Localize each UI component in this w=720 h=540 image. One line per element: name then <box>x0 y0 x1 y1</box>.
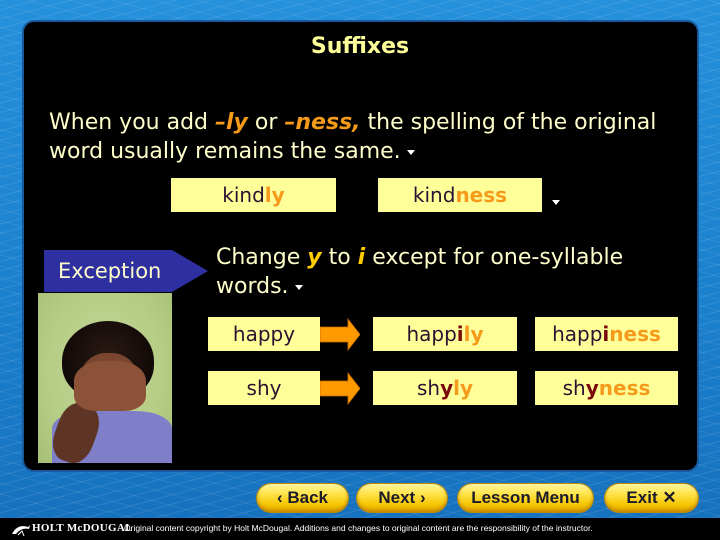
word-suffix: ly <box>463 322 484 346</box>
lesson-menu-button[interactable]: Lesson Menu <box>458 484 593 512</box>
word-suffix: ness <box>598 376 651 400</box>
word-stem: sh <box>562 376 586 400</box>
changed-letter: y <box>585 376 599 400</box>
intro-text: When you add –ly or –ness, the spelling … <box>49 108 669 166</box>
example-box-kindness: kindness <box>378 178 542 212</box>
copyright-text: Original content copyright by Holt McDou… <box>124 523 593 533</box>
base-word-happy: happy <box>208 317 320 351</box>
brand-name: HOLT McDOUGAL <box>32 522 133 534</box>
word-base: kind <box>412 183 456 207</box>
exit-button[interactable]: Exit ✕ <box>605 484 698 512</box>
footer-bar: HOLT McDOUGAL Original content copyright… <box>0 518 720 540</box>
base-word-shy: shy <box>208 371 320 405</box>
word-suffix: ly <box>264 183 285 207</box>
photo-hands <box>74 361 146 411</box>
advance-icon[interactable] <box>552 200 560 205</box>
rule-text-part: to <box>321 245 358 270</box>
derived-word-happiness: happiness <box>535 317 678 351</box>
child-photo <box>38 293 172 463</box>
changed-letter: i <box>456 322 464 346</box>
letter-y: y <box>307 245 322 270</box>
arrow-right-icon <box>320 317 360 352</box>
intro-text-part: When you add <box>49 110 215 135</box>
example-box-kindly: kindly <box>171 178 336 212</box>
word-suffix: ly <box>453 376 474 400</box>
word-stem: happ <box>406 322 457 346</box>
advance-icon[interactable] <box>406 149 415 155</box>
word-stem: sh <box>416 376 441 400</box>
derived-word-happily: happily <box>373 317 517 351</box>
advance-icon[interactable] <box>294 284 303 290</box>
derived-word-shyness: shyness <box>535 371 678 405</box>
changed-letter: y <box>440 376 454 400</box>
rule-text-part: Change <box>216 245 308 270</box>
intro-text-part: or <box>247 110 285 135</box>
arrow-right-icon <box>320 371 360 406</box>
slide-title: Suffixes <box>310 34 410 59</box>
word-suffix: ness <box>455 183 508 207</box>
back-button[interactable]: ‹ Back <box>257 484 348 512</box>
rule-text: Change y to i except for one-syllable wo… <box>216 243 686 301</box>
suffix-ness: –ness, <box>284 110 361 135</box>
word-stem: happ <box>552 322 603 346</box>
next-button[interactable]: Next › <box>357 484 447 512</box>
holt-logo-icon <box>12 525 30 537</box>
suffix-ly: –ly <box>215 110 248 135</box>
word-suffix: ness <box>609 322 661 346</box>
word-base: kind <box>222 183 265 207</box>
derived-word-shyly: shyly <box>373 371 517 405</box>
